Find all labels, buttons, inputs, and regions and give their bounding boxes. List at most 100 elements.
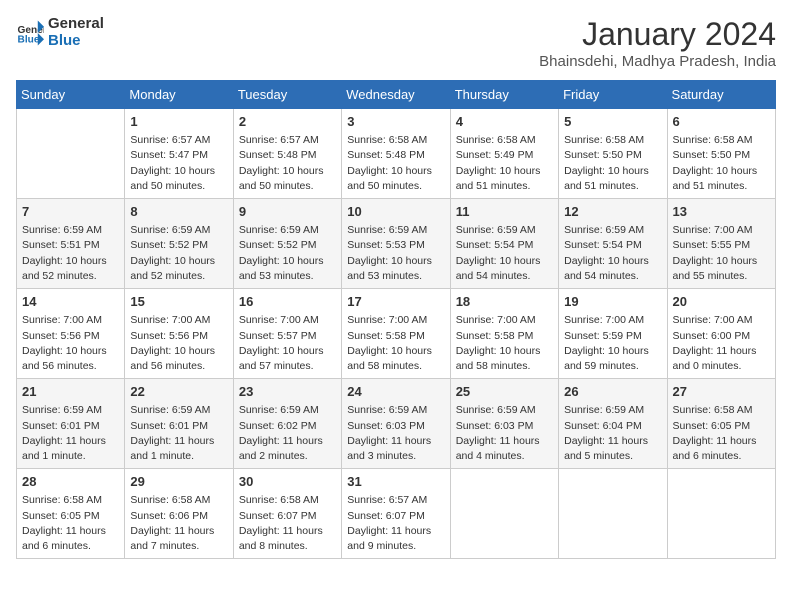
day-number: 17 (347, 293, 444, 311)
day-info: Sunrise: 7:00 AM Sunset: 5:58 PM Dayligh… (456, 313, 553, 374)
day-number: 23 (239, 383, 336, 401)
day-info: Sunrise: 6:58 AM Sunset: 5:48 PM Dayligh… (347, 133, 444, 194)
day-info: Sunrise: 6:59 AM Sunset: 6:03 PM Dayligh… (456, 403, 553, 464)
logo-text: General Blue (48, 16, 104, 49)
weekday-header: Tuesday (233, 81, 341, 109)
day-info: Sunrise: 6:58 AM Sunset: 5:49 PM Dayligh… (456, 133, 553, 194)
calendar-cell: 14 Sunrise: 7:00 AM Sunset: 5:56 PM Dayli… (17, 289, 125, 379)
svg-text:Blue: Blue (18, 34, 40, 45)
weekday-header: Saturday (667, 81, 775, 109)
calendar-cell: 26 Sunrise: 6:59 AM Sunset: 6:04 PM Dayli… (559, 379, 667, 469)
calendar-cell: 30 Sunrise: 6:58 AM Sunset: 6:07 PM Dayli… (233, 469, 341, 559)
day-info: Sunrise: 6:57 AM Sunset: 5:47 PM Dayligh… (130, 133, 227, 194)
day-number: 27 (673, 383, 770, 401)
day-info: Sunrise: 6:59 AM Sunset: 5:51 PM Dayligh… (22, 223, 119, 284)
day-info: Sunrise: 7:00 AM Sunset: 5:59 PM Dayligh… (564, 313, 661, 374)
day-number: 19 (564, 293, 661, 311)
day-number: 2 (239, 113, 336, 131)
day-info: Sunrise: 6:57 AM Sunset: 5:48 PM Dayligh… (239, 133, 336, 194)
day-number: 6 (673, 113, 770, 131)
weekday-header: Friday (559, 81, 667, 109)
day-number: 11 (456, 203, 553, 221)
calendar-week-row: 1 Sunrise: 6:57 AM Sunset: 5:47 PM Daylig… (17, 109, 776, 199)
day-info: Sunrise: 6:59 AM Sunset: 5:52 PM Dayligh… (130, 223, 227, 284)
calendar-cell: 5 Sunrise: 6:58 AM Sunset: 5:50 PM Daylig… (559, 109, 667, 199)
day-number: 15 (130, 293, 227, 311)
day-number: 9 (239, 203, 336, 221)
calendar-cell: 25 Sunrise: 6:59 AM Sunset: 6:03 PM Dayli… (450, 379, 558, 469)
weekday-header: Sunday (17, 81, 125, 109)
calendar-cell: 31Sunrise: 6:57 AM Sunset: 6:07 PM Dayli… (342, 469, 450, 559)
day-number: 26 (564, 383, 661, 401)
day-info: Sunrise: 7:00 AM Sunset: 5:56 PM Dayligh… (22, 313, 119, 374)
day-info: Sunrise: 6:59 AM Sunset: 5:54 PM Dayligh… (456, 223, 553, 284)
day-info: Sunrise: 6:59 AM Sunset: 5:54 PM Dayligh… (564, 223, 661, 284)
day-info: Sunrise: 6:59 AM Sunset: 6:03 PM Dayligh… (347, 403, 444, 464)
calendar-cell: 20Sunrise: 7:00 AM Sunset: 6:00 PM Dayli… (667, 289, 775, 379)
day-number: 24 (347, 383, 444, 401)
day-number: 8 (130, 203, 227, 221)
day-number: 5 (564, 113, 661, 131)
calendar-cell: 3 Sunrise: 6:58 AM Sunset: 5:48 PM Daylig… (342, 109, 450, 199)
day-number: 16 (239, 293, 336, 311)
calendar-cell: 13 Sunrise: 7:00 AM Sunset: 5:55 PM Dayli… (667, 199, 775, 289)
day-number: 4 (456, 113, 553, 131)
calendar-cell: 6 Sunrise: 6:58 AM Sunset: 5:50 PM Daylig… (667, 109, 775, 199)
day-info: Sunrise: 6:58 AM Sunset: 6:05 PM Dayligh… (22, 493, 119, 554)
day-info: Sunrise: 6:58 AM Sunset: 6:06 PM Dayligh… (130, 493, 227, 554)
calendar-cell: 23 Sunrise: 6:59 AM Sunset: 6:02 PM Dayli… (233, 379, 341, 469)
day-number: 20 (673, 293, 770, 311)
calendar-cell: 12 Sunrise: 6:59 AM Sunset: 5:54 PM Dayli… (559, 199, 667, 289)
day-number: 7 (22, 203, 119, 221)
calendar-cell: 28 Sunrise: 6:58 AM Sunset: 6:05 PM Dayli… (17, 469, 125, 559)
day-info: Sunrise: 6:58 AM Sunset: 6:05 PM Dayligh… (673, 403, 770, 464)
calendar-week-row: 7 Sunrise: 6:59 AM Sunset: 5:51 PM Daylig… (17, 199, 776, 289)
calendar-cell: 11 Sunrise: 6:59 AM Sunset: 5:54 PM Dayli… (450, 199, 558, 289)
day-number: 3 (347, 113, 444, 131)
logo-icon: General Blue (16, 19, 44, 47)
day-number: 21 (22, 383, 119, 401)
calendar-cell (17, 109, 125, 199)
day-number: 14 (22, 293, 119, 311)
calendar-cell: 1 Sunrise: 6:57 AM Sunset: 5:47 PM Daylig… (125, 109, 233, 199)
day-number: 12 (564, 203, 661, 221)
calendar-cell (559, 469, 667, 559)
page-header: General Blue General Blue January 2024 B… (16, 16, 776, 70)
calendar-cell: 4 Sunrise: 6:58 AM Sunset: 5:49 PM Daylig… (450, 109, 558, 199)
day-info: Sunrise: 7:00 AM Sunset: 5:56 PM Dayligh… (130, 313, 227, 374)
calendar-cell (667, 469, 775, 559)
weekday-header-row: SundayMondayTuesdayWednesdayThursdayFrid… (17, 81, 776, 109)
day-number: 29 (130, 473, 227, 491)
day-info: Sunrise: 6:58 AM Sunset: 5:50 PM Dayligh… (564, 133, 661, 194)
day-info: Sunrise: 6:59 AM Sunset: 5:52 PM Dayligh… (239, 223, 336, 284)
day-number: 18 (456, 293, 553, 311)
calendar-cell: 8 Sunrise: 6:59 AM Sunset: 5:52 PM Daylig… (125, 199, 233, 289)
calendar-cell: 29 Sunrise: 6:58 AM Sunset: 6:06 PM Dayli… (125, 469, 233, 559)
day-info: Sunrise: 6:59 AM Sunset: 6:02 PM Dayligh… (239, 403, 336, 464)
calendar-cell: 2 Sunrise: 6:57 AM Sunset: 5:48 PM Daylig… (233, 109, 341, 199)
weekday-header: Monday (125, 81, 233, 109)
calendar-cell: 21 Sunrise: 6:59 AM Sunset: 6:01 PM Dayli… (17, 379, 125, 469)
calendar-cell: 15 Sunrise: 7:00 AM Sunset: 5:56 PM Dayli… (125, 289, 233, 379)
calendar-cell: 19 Sunrise: 7:00 AM Sunset: 5:59 PM Dayli… (559, 289, 667, 379)
calendar-cell (450, 469, 558, 559)
calendar-cell: 22Sunrise: 6:59 AM Sunset: 6:01 PM Dayli… (125, 379, 233, 469)
day-info: Sunrise: 7:00 AM Sunset: 5:55 PM Dayligh… (673, 223, 770, 284)
day-info: Sunrise: 6:59 AM Sunset: 5:53 PM Dayligh… (347, 223, 444, 284)
calendar-cell: 24 Sunrise: 6:59 AM Sunset: 6:03 PM Dayli… (342, 379, 450, 469)
calendar-week-row: 14 Sunrise: 7:00 AM Sunset: 5:56 PM Dayli… (17, 289, 776, 379)
day-info: Sunrise: 6:59 AM Sunset: 6:04 PM Dayligh… (564, 403, 661, 464)
calendar-week-row: 28 Sunrise: 6:58 AM Sunset: 6:05 PM Dayli… (17, 469, 776, 559)
day-number: 30 (239, 473, 336, 491)
day-info: Sunrise: 6:58 AM Sunset: 6:07 PM Dayligh… (239, 493, 336, 554)
calendar-cell: 10Sunrise: 6:59 AM Sunset: 5:53 PM Dayli… (342, 199, 450, 289)
day-info: Sunrise: 7:00 AM Sunset: 5:57 PM Dayligh… (239, 313, 336, 374)
day-info: Sunrise: 6:59 AM Sunset: 6:01 PM Dayligh… (22, 403, 119, 464)
day-number: 13 (673, 203, 770, 221)
day-info: Sunrise: 6:58 AM Sunset: 5:50 PM Dayligh… (673, 133, 770, 194)
day-number: 1 (130, 113, 227, 131)
calendar-cell: 7 Sunrise: 6:59 AM Sunset: 5:51 PM Daylig… (17, 199, 125, 289)
day-number: 25 (456, 383, 553, 401)
month-title: January 2024 (539, 16, 776, 53)
day-number: 28 (22, 473, 119, 491)
